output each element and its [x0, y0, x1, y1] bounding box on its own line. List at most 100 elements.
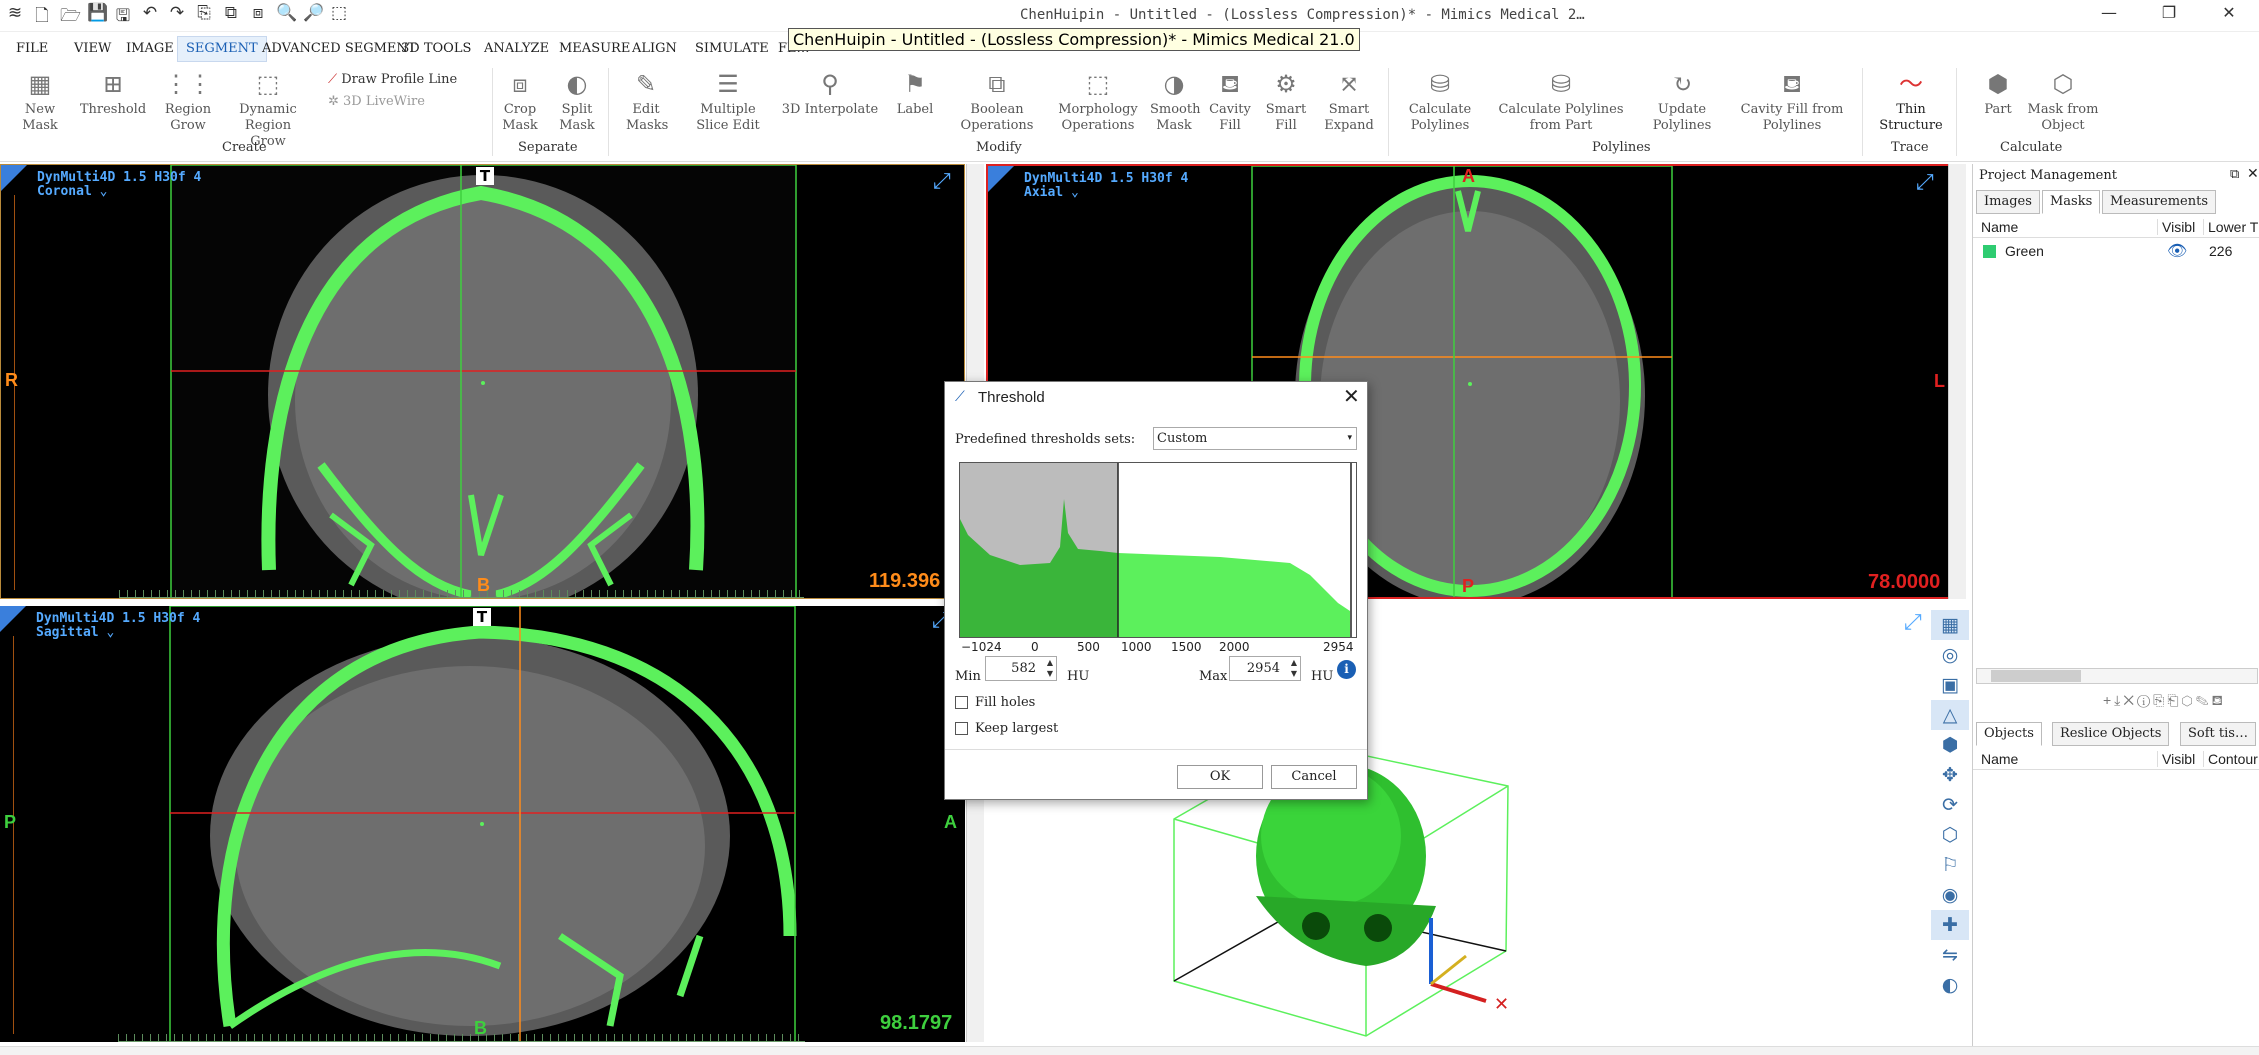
sagittal-viewport[interactable]: DynMulti4D 1.5 H30f 4 Sagittal ⌄ T B P A …	[0, 606, 965, 1042]
ok-button[interactable]: OK	[1177, 765, 1263, 789]
view-dropdown[interactable]: Sagittal	[36, 625, 99, 640]
tab-masks[interactable]: Masks	[2042, 190, 2101, 214]
edit-masks-button[interactable]: ✎ Edit Masks	[626, 70, 668, 134]
keep-largest-checkbox[interactable]	[955, 722, 968, 735]
new-mask-button[interactable]: ▦ New Mask	[22, 70, 58, 134]
status-bar	[0, 1046, 2259, 1055]
smart-expand-button[interactable]: ⤧ Smart Expand	[1324, 70, 1374, 134]
boolean-operations-button[interactable]: ⧉ Boolean Operations	[955, 70, 1039, 134]
live-wire-button[interactable]: ✲ 3D LiveWire	[328, 94, 425, 109]
layout-icon[interactable]: ⧈	[249, 3, 267, 32]
smart-fill-button[interactable]: ⚙ Smart Fill	[1264, 70, 1308, 134]
cavity-fill-from-polylines-button[interactable]: ⛾ Cavity Fill from Polylines	[1728, 70, 1856, 134]
maximize-view-icon[interactable]: ⤢	[1904, 610, 1922, 635]
zoom-out-icon[interactable]: 🔎	[303, 3, 324, 32]
minimize-icon[interactable]: —	[2079, 0, 2139, 26]
mask-from-object-button[interactable]: ⬡ Mask from Object	[2022, 70, 2104, 134]
coronal-viewport[interactable]: DynMulti4D 1.5 H30f 4 Coronal ⌄ T B R ⤢ 1…	[0, 164, 965, 599]
crosshair-icon[interactable]: ✚	[1931, 910, 1969, 940]
open-folder-icon[interactable]: 🗁	[60, 3, 81, 32]
menu-image[interactable]: IMAGE	[118, 36, 182, 62]
menu-simulate[interactable]: SIMULATE	[687, 36, 777, 62]
menu-view[interactable]: VIEW	[66, 36, 119, 62]
orientation-top: A	[1462, 166, 1475, 186]
new-file-icon[interactable]: 🗋	[33, 3, 51, 32]
part-button[interactable]: ⬢ Part	[1978, 70, 2018, 118]
draw-profile-line-button[interactable]: ⟋ Draw Profile Line	[328, 72, 457, 87]
cancel-button[interactable]: Cancel	[1271, 765, 1357, 789]
label-button[interactable]: ⚑ Label	[895, 70, 935, 118]
fill-holes-checkbox[interactable]	[955, 696, 968, 709]
threshold-button[interactable]: ⊞ Threshold	[78, 70, 148, 118]
transparency-icon[interactable]: ◎	[1931, 640, 1969, 670]
eye-icon[interactable]: ◉	[1931, 880, 1969, 910]
fit-icon[interactable]: ⬚	[330, 3, 348, 32]
pin-icon[interactable]: ⧉	[2230, 166, 2239, 182]
tab-images[interactable]: Images	[1976, 190, 2040, 214]
horizontal-scrollbar[interactable]	[1976, 668, 2258, 684]
menu-align[interactable]: ALIGN	[624, 36, 685, 62]
split-mask-button[interactable]: ◐ Split Mask	[557, 70, 597, 134]
multiple-slice-edit-button[interactable]: ☰ Multiple Slice Edit	[690, 70, 766, 134]
cavity-fill-button[interactable]: ⛾ Cavity Fill	[1206, 70, 1254, 134]
crop-mask-button[interactable]: ⧈ Crop Mask	[500, 70, 540, 134]
interpolate-button[interactable]: ⚲ 3D Interpolate	[780, 70, 880, 118]
save-as-icon[interactable]: 🖫	[114, 3, 132, 32]
paste-icon[interactable]: ⧉	[222, 3, 240, 32]
close-panel-icon[interactable]: ✕	[2247, 165, 2259, 182]
thin-structure-button[interactable]: 〜 Thin Structure	[1874, 70, 1948, 134]
undo-icon[interactable]: ↶	[141, 3, 159, 32]
maximize-view-icon[interactable]: ⤢	[933, 169, 951, 194]
menu-3d-tools[interactable]: 3D TOOLS	[393, 36, 479, 62]
axes-icon[interactable]: ⚐	[1931, 850, 1969, 880]
view-dropdown[interactable]: Axial	[1024, 185, 1063, 200]
eye-icon[interactable]: 👁	[2167, 241, 2187, 261]
cube-icon[interactable]: ⬡	[1931, 820, 1969, 850]
histogram[interactable]	[959, 462, 1357, 638]
spin-arrows-icon[interactable]: ▲ ▼	[1291, 657, 1297, 679]
close-window-icon[interactable]: ✕	[2199, 0, 2259, 26]
update-polylines-button[interactable]: ↻ Update Polylines	[1648, 70, 1716, 134]
region-grow-button[interactable]: ⋮⋮ Region Grow	[163, 70, 213, 134]
morphology-operations-button[interactable]: ⬚ Morphology Operations	[1055, 70, 1141, 134]
min-input[interactable]: 582 ▲ ▼	[985, 656, 1057, 681]
threshold-icon: ⊞	[102, 70, 124, 98]
tab-measurements[interactable]: Measurements	[2102, 190, 2216, 214]
maximize-view-icon[interactable]: ⤢	[1916, 170, 1934, 195]
menu-analyze[interactable]: ANALYZE	[476, 36, 557, 62]
calculate-polylines-button[interactable]: ⛁ Calculate Polylines	[1404, 70, 1476, 134]
measure-icon[interactable]: △	[1931, 700, 1969, 730]
tab-reslice-objects[interactable]: Reslice Objects	[2052, 722, 2170, 746]
spin-arrows-icon[interactable]: ▲ ▼	[1047, 657, 1053, 679]
calculate-polylines-from-part-button[interactable]: ⛁ Calculate Polylines from Part	[1490, 70, 1632, 134]
grid-toggle-icon[interactable]: ▦	[1931, 610, 1969, 640]
pan-icon[interactable]: ✥	[1931, 760, 1969, 790]
threshold-icon: ⟋	[955, 389, 965, 405]
tab-objects[interactable]: Objects	[1976, 722, 2042, 746]
info-icon[interactable]: i	[1337, 660, 1356, 679]
hexagon-icon[interactable]: ⬢	[1931, 730, 1969, 760]
zoom-in-icon[interactable]: 🔍	[276, 3, 297, 32]
axial-scrollbar[interactable]	[1948, 164, 1966, 599]
predefined-select[interactable]: Custom ▾	[1153, 427, 1357, 450]
contrast-icon[interactable]: ◐	[1931, 970, 1969, 1000]
table-row[interactable]: Green 👁 226	[1973, 240, 2259, 264]
rotate-icon[interactable]: ⟳	[1931, 790, 1969, 820]
scrollbar-thumb[interactable]	[1991, 670, 2081, 682]
smooth-mask-button[interactable]: ◑ Smooth Mask	[1150, 70, 1200, 134]
restore-icon[interactable]: ❐	[2139, 0, 2199, 26]
tab-soft-tissue[interactable]: Soft tis…	[2180, 722, 2256, 746]
mask-actions-toolbar[interactable]: +⤓✕ⓘ⎘⎗⬡✎⛾	[2103, 692, 2226, 711]
copy-icon[interactable]: ⎘	[195, 3, 213, 32]
dynamic-region-grow-button[interactable]: ⬚ Dynamic Region Grow	[217, 70, 319, 150]
view-dropdown[interactable]: Coronal	[37, 184, 92, 199]
save-icon[interactable]: 💾	[87, 3, 108, 32]
close-icon[interactable]: ✕	[1343, 384, 1360, 408]
clip-icon[interactable]: ⇋	[1931, 940, 1969, 970]
profile-line-icon: ⟋	[328, 72, 342, 87]
menu-file[interactable]: FILE	[8, 36, 56, 62]
predefined-label: Predefined thresholds sets:	[955, 432, 1136, 447]
max-input[interactable]: 2954 ▲ ▼	[1229, 656, 1301, 681]
redo-icon[interactable]: ↷	[168, 3, 186, 32]
layers-icon[interactable]: ▣	[1931, 670, 1969, 700]
